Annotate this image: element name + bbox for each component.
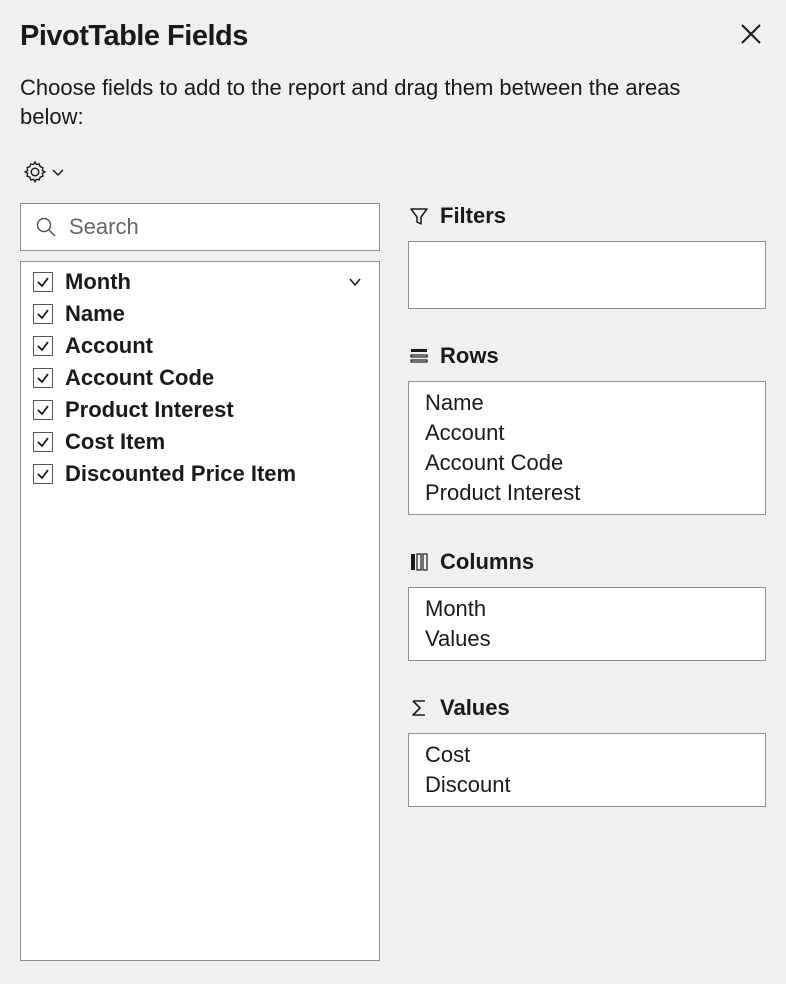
check-icon xyxy=(36,371,50,385)
check-icon xyxy=(36,339,50,353)
zone-item[interactable]: Name xyxy=(425,388,749,418)
field-checkbox[interactable] xyxy=(33,432,53,452)
panel-title: PivotTable Fields xyxy=(20,20,248,53)
gear-icon xyxy=(22,159,48,185)
field-label: Discounted Price Item xyxy=(65,461,331,487)
zone-item[interactable]: Account xyxy=(425,418,749,448)
field-item[interactable]: Discounted Price Item xyxy=(33,458,367,490)
filter-icon xyxy=(408,205,430,227)
instruction-text: Choose fields to add to the report and d… xyxy=(20,74,766,131)
check-icon xyxy=(36,307,50,321)
search-box[interactable] xyxy=(20,203,380,251)
columns-section: Columns MonthValues xyxy=(408,549,766,661)
field-label: Product Interest xyxy=(65,397,331,423)
left-column: Month Name Account Account Code Product Inte… xyxy=(20,203,380,961)
close-icon xyxy=(740,23,762,45)
rows-section: Rows NameAccountAccount CodeProduct Inte… xyxy=(408,343,766,515)
filters-dropzone[interactable] xyxy=(408,241,766,309)
zone-item[interactable]: Discount xyxy=(425,770,749,800)
chevron-down-icon xyxy=(346,273,364,291)
field-label: Account Code xyxy=(65,365,331,391)
zone-item[interactable]: Account Code xyxy=(425,448,749,478)
zone-item[interactable]: Cost xyxy=(425,740,749,770)
zone-item[interactable]: Month xyxy=(425,594,749,624)
field-label: Name xyxy=(65,301,331,327)
values-label: Values xyxy=(440,695,510,721)
field-item[interactable]: Cost Item xyxy=(33,426,367,458)
field-checkbox[interactable] xyxy=(33,368,53,388)
field-label: Month xyxy=(65,269,331,295)
field-checkbox[interactable] xyxy=(33,272,53,292)
zone-item[interactable]: Product Interest xyxy=(425,478,749,508)
values-section: Values CostDiscount xyxy=(408,695,766,807)
field-item[interactable]: Account xyxy=(33,330,367,362)
field-checkbox[interactable] xyxy=(33,400,53,420)
field-label: Account xyxy=(65,333,331,359)
rows-label: Rows xyxy=(440,343,499,369)
field-list[interactable]: Month Name Account Account Code Product Inte… xyxy=(20,261,380,961)
zone-item[interactable]: Values xyxy=(425,624,749,654)
check-icon xyxy=(36,275,50,289)
rows-dropzone[interactable]: NameAccountAccount CodeProduct Interest xyxy=(408,381,766,515)
columns-dropzone[interactable]: MonthValues xyxy=(408,587,766,661)
values-header: Values xyxy=(408,695,766,721)
field-checkbox[interactable] xyxy=(33,464,53,484)
field-item[interactable]: Month xyxy=(33,266,367,298)
check-icon xyxy=(36,467,50,481)
field-item[interactable]: Name xyxy=(33,298,367,330)
columns-icon xyxy=(408,551,430,573)
columns-label: Columns xyxy=(440,549,534,575)
field-item[interactable]: Product Interest xyxy=(33,394,367,426)
search-input[interactable] xyxy=(69,214,365,240)
right-column: Filters Rows NameAccountAccount CodeProd… xyxy=(408,203,766,961)
chevron-down-icon xyxy=(50,164,66,180)
close-button[interactable] xyxy=(736,18,766,54)
pivottable-fields-panel: PivotTable Fields Choose fields to add t… xyxy=(0,0,786,981)
main-layout: MonthNameAccountAccount CodeProduct Inte… xyxy=(20,203,766,961)
filters-header: Filters xyxy=(408,203,766,229)
search-icon xyxy=(35,216,57,238)
panel-header: PivotTable Fields xyxy=(20,10,766,74)
columns-header: Columns xyxy=(408,549,766,575)
sigma-icon xyxy=(408,697,430,719)
filters-label: Filters xyxy=(440,203,506,229)
check-icon xyxy=(36,435,50,449)
rows-icon xyxy=(408,345,430,367)
settings-button[interactable] xyxy=(20,159,766,185)
check-icon xyxy=(36,403,50,417)
field-menu-button[interactable] xyxy=(343,273,367,291)
field-label: Cost Item xyxy=(65,429,331,455)
filters-section: Filters xyxy=(408,203,766,309)
field-checkbox[interactable] xyxy=(33,336,53,356)
field-item[interactable]: Account Code xyxy=(33,362,367,394)
values-dropzone[interactable]: CostDiscount xyxy=(408,733,766,807)
rows-header: Rows xyxy=(408,343,766,369)
field-checkbox[interactable] xyxy=(33,304,53,324)
